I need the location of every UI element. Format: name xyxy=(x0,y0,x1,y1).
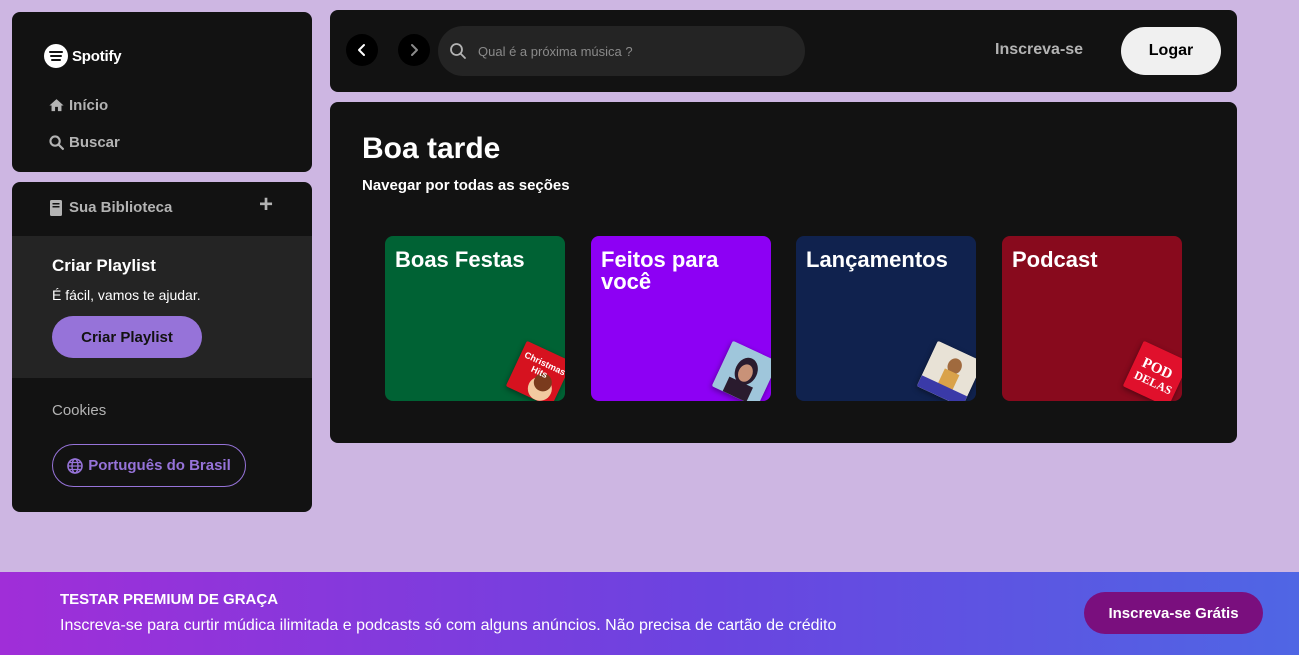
category-card-podcast[interactable]: Podcast POD DELAS xyxy=(1002,236,1182,401)
search-input[interactable] xyxy=(478,43,778,59)
premium-subtitle: Inscreva-se para curtir múdica ilimitada… xyxy=(60,617,837,634)
category-card-feitos-para-voce[interactable]: Feitos para você xyxy=(591,236,771,401)
cookies-link[interactable]: Cookies xyxy=(52,402,106,419)
chevron-left-icon xyxy=(358,44,365,56)
premium-banner: TESTAR PREMIUM DE GRAÇA Inscreva-se para… xyxy=(0,572,1299,655)
spotify-logo[interactable]: Spotify xyxy=(44,44,122,68)
main-content: Boa tarde Navegar por todas as seções Bo… xyxy=(330,102,1237,443)
nav-item-search-label: Buscar xyxy=(69,134,120,151)
add-library-button[interactable]: + xyxy=(256,193,276,217)
made-for-you-cover xyxy=(711,340,771,401)
category-card-boas-festas[interactable]: Boas Festas Christmas Hits xyxy=(385,236,565,401)
card-title: Boas Festas xyxy=(395,247,525,272)
chevron-right-icon xyxy=(411,44,418,56)
logo-text: Spotify xyxy=(72,47,122,65)
nav-item-home[interactable]: Início xyxy=(48,97,108,114)
section-subtitle: Navegar por todas as seções xyxy=(362,177,570,194)
language-button[interactable]: Português do Brasil xyxy=(52,444,246,487)
nav-item-search[interactable]: Buscar xyxy=(48,134,120,151)
back-button[interactable] xyxy=(346,34,378,66)
christmas-hits-cover: Christmas Hits xyxy=(505,340,565,401)
greeting-title: Boa tarde xyxy=(362,132,501,165)
create-playlist-title: Criar Playlist xyxy=(52,256,156,275)
nav-item-home-label: Início xyxy=(69,97,109,114)
language-label: Português do Brasil xyxy=(88,457,231,474)
search-bar[interactable] xyxy=(438,26,805,76)
bottom-strip xyxy=(0,655,1299,659)
sidebar-nav-panel: Spotify Início Buscar xyxy=(12,12,312,172)
home-icon xyxy=(49,99,64,112)
create-playlist-subtitle: É fácil, vamos te ajudar. xyxy=(52,287,201,303)
pod-delas-cover: POD DELAS xyxy=(1122,340,1182,401)
library-panel: Sua Biblioteca + Criar Playlist É fácil,… xyxy=(12,182,312,512)
card-title: Feitos para você xyxy=(601,247,719,294)
card-title: Podcast xyxy=(1012,247,1098,272)
search-icon xyxy=(49,135,65,151)
search-icon xyxy=(450,43,466,59)
login-button[interactable]: Logar xyxy=(1121,27,1221,75)
new-releases-cover xyxy=(916,340,976,401)
library-label: Sua Biblioteca xyxy=(69,199,173,216)
premium-signup-button[interactable]: Inscreva-se Grátis xyxy=(1084,592,1263,634)
card-title: Lançamentos xyxy=(806,247,948,272)
library-header[interactable]: Sua Biblioteca xyxy=(50,199,172,216)
signup-link[interactable]: Inscreva-se xyxy=(995,41,1083,59)
category-card-lancamentos[interactable]: Lançamentos xyxy=(796,236,976,401)
top-bar: Inscreva-se Logar xyxy=(330,10,1237,92)
library-icon xyxy=(50,199,62,216)
premium-title: TESTAR PREMIUM DE GRAÇA xyxy=(60,591,279,608)
forward-button[interactable] xyxy=(398,34,430,66)
globe-icon xyxy=(67,457,84,474)
create-playlist-card: Criar Playlist É fácil, vamos te ajudar.… xyxy=(12,236,312,378)
spotify-logo-icon xyxy=(44,44,68,68)
create-playlist-button[interactable]: Criar Playlist xyxy=(52,316,202,358)
